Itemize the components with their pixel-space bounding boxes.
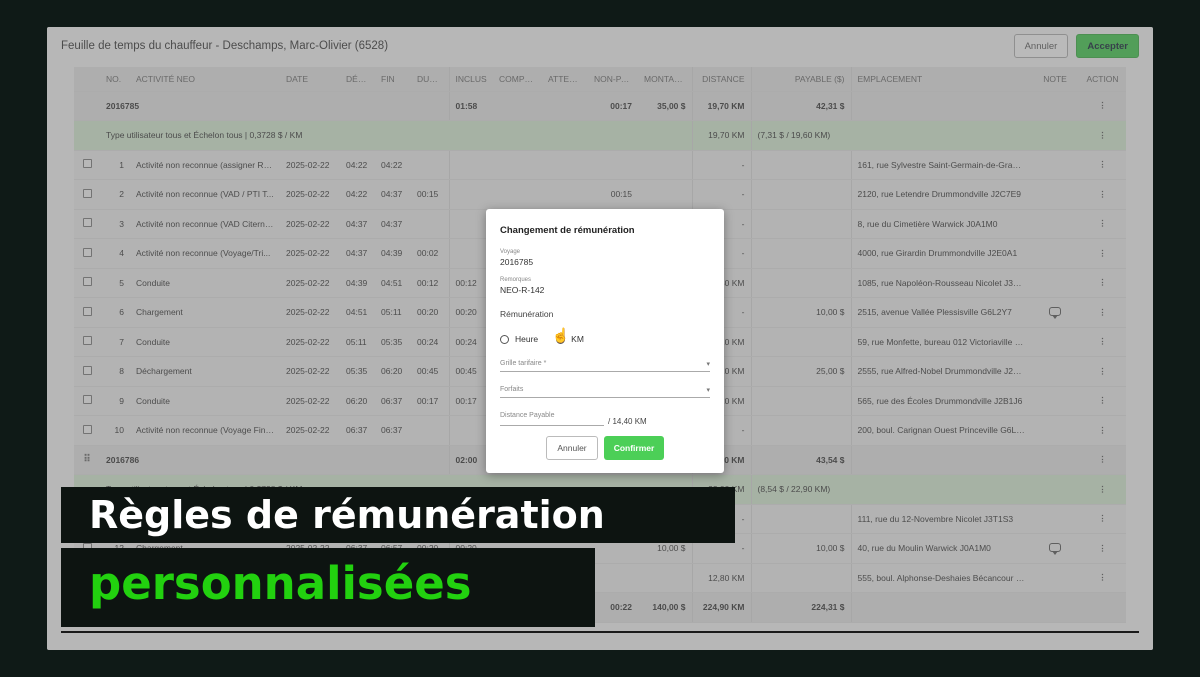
voyage-label: Voyage [500,249,521,255]
modal-title: Changement de rémunération [500,225,635,236]
forfaits-placeholder: Forfaits [500,386,524,393]
distance-total: / 14,40 KM [608,417,647,426]
radio-km-label: KM [571,334,584,344]
radio-heure-dot[interactable] [500,334,509,344]
voyage-value: 2016785 [500,257,534,267]
remorques-value: NEO-R-142 [500,285,545,295]
distance-payable-input[interactable]: Distance Payable [500,412,604,426]
divider-line [61,631,1139,633]
remorques-label: Remorques [500,277,532,283]
caption-line-2: personnalisées [61,548,595,627]
remuneration-modal: Changement de rémunération Voyage 201678… [486,209,724,473]
caption-line-1: Règles de rémunération [61,487,735,543]
chevron-down-icon: ▾ [706,386,710,394]
modal-actions: Annuler Confirmer [500,436,710,460]
modal-confirm-button[interactable]: Confirmer [604,436,664,460]
remuneration-label: Rémunération [500,309,554,319]
chevron-down-icon: ▾ [706,360,710,368]
remuneration-options: Heure KM [500,334,710,344]
radio-heure[interactable]: Heure [500,334,538,344]
distance-row: Distance Payable / 14,40 KM [500,412,710,426]
grille-tarifaire-placeholder: Grille tarifaire * [500,360,547,367]
forfaits-select[interactable]: Forfaits ▾ [500,382,710,398]
hand-cursor-icon: ☝ [552,327,570,343]
grille-tarifaire-select[interactable]: Grille tarifaire * ▾ [500,356,710,372]
modal-cancel-button[interactable]: Annuler [546,436,598,460]
radio-heure-label: Heure [515,334,539,344]
